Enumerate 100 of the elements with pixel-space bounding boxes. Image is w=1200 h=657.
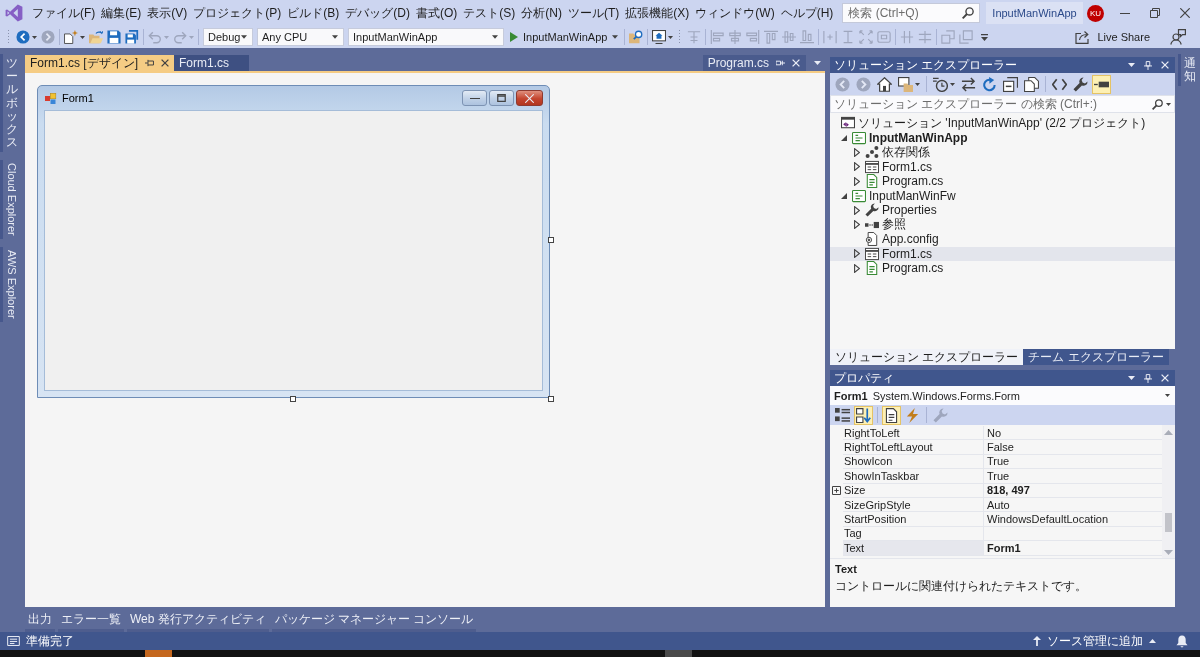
toolbar-grip[interactable]	[7, 29, 11, 45]
property-value[interactable]: 818, 497	[983, 483, 1162, 498]
switch-views-button[interactable]	[896, 74, 922, 94]
expand-arrow-icon[interactable]	[854, 263, 860, 273]
property-value[interactable]: False	[983, 440, 1162, 455]
code-file-icon	[865, 174, 879, 189]
property-name[interactable]: RightToLeft	[843, 426, 983, 441]
menu-item[interactable]: プロジェクト(P)	[190, 1, 285, 25]
expand-arrow-icon[interactable]	[854, 147, 860, 157]
side-tab[interactable]: 通知	[1178, 54, 1198, 87]
maximize-button[interactable]	[489, 90, 514, 106]
property-name[interactable]: RightToLeftLayout	[843, 440, 983, 455]
save-button[interactable]	[105, 27, 123, 47]
document-tab[interactable]: Form1.cs [デザイン]	[25, 55, 174, 71]
caret-icon[interactable]	[1128, 376, 1135, 380]
minimize-button[interactable]	[462, 90, 487, 106]
collapse-arrow-icon[interactable]	[841, 192, 847, 199]
panel-tab[interactable]: ソリューション エクスプローラー	[830, 349, 1024, 365]
keep-open-icon[interactable]	[776, 59, 785, 67]
alphabetical-button[interactable]	[854, 405, 873, 425]
property-name[interactable]: ShowInTaskbar	[843, 469, 983, 484]
resize-handle[interactable]	[548, 396, 554, 402]
tree-item[interactable]: App.config	[830, 232, 1175, 247]
tree-item[interactable]: InputManWinApp	[830, 130, 1175, 145]
save-all-button[interactable]	[123, 27, 141, 47]
menu-item[interactable]: 拡張機能(X)	[622, 1, 693, 25]
menu-item[interactable]: デバッグ(D)	[342, 1, 413, 25]
property-name[interactable]: SizeGripStyle	[843, 497, 983, 513]
menu-item[interactable]: 分析(N)	[518, 1, 565, 25]
menu-item[interactable]: ウィンドウ(W)	[692, 1, 778, 25]
search-field[interactable]: 検索 (Ctrl+Q)	[842, 3, 981, 23]
panel-tab[interactable]: チーム エクスプローラー	[1023, 349, 1169, 365]
document-tab[interactable]: Program.cs	[702, 55, 806, 71]
menu-item[interactable]: 表示(V)	[144, 1, 191, 25]
expand-arrow-icon[interactable]	[854, 205, 860, 215]
home-button[interactable]	[875, 74, 894, 94]
feedback-button[interactable]	[1168, 27, 1188, 47]
tree-item[interactable]: 参照	[830, 217, 1175, 232]
tree-item[interactable]: Program.cs	[830, 261, 1175, 276]
collapse-all-button[interactable]	[1001, 74, 1020, 94]
caret-icon[interactable]	[1128, 63, 1135, 67]
collapse-arrow-icon[interactable]	[841, 134, 847, 141]
show-all-button[interactable]	[1022, 74, 1041, 94]
scrollbar-thumb[interactable]	[1165, 513, 1172, 532]
live-share-button[interactable]: Live Share	[1073, 30, 1152, 44]
menu-item[interactable]: 編集(E)	[98, 1, 145, 25]
combo-box[interactable]: InputManWinApp	[348, 28, 504, 46]
menu-item[interactable]: ヘルプ(H)	[777, 1, 837, 25]
close-icon[interactable]	[161, 59, 169, 67]
user-avatar[interactable]: KU	[1087, 4, 1104, 22]
property-value[interactable]: True	[983, 469, 1162, 484]
property-value[interactable]: True	[983, 454, 1162, 470]
tree-item[interactable]: Form1.cs	[830, 246, 1175, 261]
property-name[interactable]: ShowIcon	[843, 454, 983, 470]
tree-item[interactable]: ソリューション 'InputManWinApp' (2/2 プロジェクト)	[830, 116, 1175, 131]
property-value[interactable]: Form1	[983, 541, 1162, 556]
scrollbar-track[interactable]	[1162, 425, 1175, 558]
close-button[interactable]	[516, 90, 543, 106]
menu-item[interactable]: ビルド(B)	[284, 1, 343, 25]
property-name[interactable]: StartPosition	[843, 512, 983, 527]
menu-item[interactable]: 書式(O)	[413, 1, 461, 25]
source-control-button[interactable]: ソース管理に追加	[1033, 632, 1156, 650]
pin-icon[interactable]	[145, 59, 154, 67]
combo-box[interactable]: Any CPU	[257, 28, 344, 46]
form-window[interactable]: Form1	[37, 85, 550, 398]
property-value[interactable]: No	[983, 426, 1162, 441]
expand-arrow-icon[interactable]	[854, 249, 860, 259]
resize-handle[interactable]	[548, 237, 554, 243]
refresh-button[interactable]	[980, 74, 999, 94]
tree-item[interactable]: Form1.cs	[830, 159, 1175, 174]
property-name[interactable]: Text	[843, 541, 983, 556]
expand-arrow-icon[interactable]	[854, 162, 860, 172]
expand-arrow-icon[interactable]	[854, 220, 860, 230]
properties-view-button[interactable]	[882, 405, 901, 425]
tree-item[interactable]: InputManWinFw	[830, 188, 1175, 203]
property-name[interactable]: Size	[843, 483, 983, 498]
start-button[interactable]: InputManWinApp	[506, 27, 623, 47]
expand-icon[interactable]	[832, 486, 841, 496]
categorized-button[interactable]	[833, 405, 852, 425]
search-field[interactable]: ソリューション エクスプローラー の検索 (Ctrl+:)	[830, 95, 1175, 113]
resize-handle[interactable]	[290, 396, 296, 402]
notifications-button[interactable]	[1176, 634, 1188, 648]
side-tab[interactable]: Cloud Explorer	[0, 160, 20, 240]
caret-icon[interactable]	[1166, 102, 1171, 106]
property-value[interactable]: Auto	[983, 497, 1162, 513]
side-tab[interactable]: ツールボックス	[0, 54, 20, 153]
object-selector[interactable]: Form1 System.Windows.Forms.Form	[830, 386, 1175, 405]
property-value[interactable]: WindowsDefaultLocation	[983, 512, 1162, 527]
preview-button[interactable]	[1092, 74, 1111, 94]
combo-box[interactable]: Debug	[203, 28, 253, 46]
menu-item[interactable]: ツール(T)	[565, 1, 623, 25]
tree-item[interactable]: Program.cs	[830, 174, 1175, 189]
document-tab[interactable]: Form1.cs	[174, 55, 249, 71]
expand-arrow-icon[interactable]	[854, 176, 860, 186]
menu-item[interactable]: テスト(S)	[460, 1, 519, 25]
screen-button[interactable]	[650, 27, 676, 47]
menu-item[interactable]: ファイル(F)	[29, 1, 99, 25]
tree-item[interactable]: 依存関係	[830, 145, 1175, 160]
tree-item[interactable]: Properties	[830, 203, 1175, 218]
side-tab[interactable]: AWS Explorer	[0, 247, 20, 322]
